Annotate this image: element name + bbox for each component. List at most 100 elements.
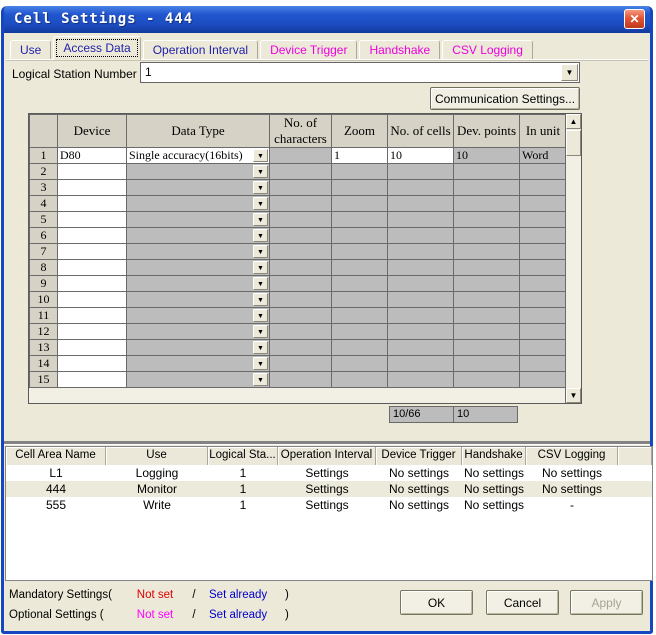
row-number-cell[interactable]: 9 <box>30 276 58 292</box>
tab-operation-interval[interactable]: Operation Interval <box>143 40 258 60</box>
row-number-cell[interactable]: 14 <box>30 356 58 372</box>
data-type-dropdown-button[interactable]: ▼ <box>253 197 268 210</box>
combo-dropdown-button[interactable]: ▼ <box>561 64 578 81</box>
data-type-dropdown-button[interactable]: ▼ <box>253 261 268 274</box>
no-of-cells-cell[interactable] <box>388 292 454 308</box>
data-type-dropdown-button[interactable]: ▼ <box>253 373 268 386</box>
row-number-cell[interactable]: 4 <box>30 196 58 212</box>
data-type-dropdown-button[interactable]: ▼ <box>253 165 268 178</box>
data-type-cell[interactable]: ▼ <box>127 340 270 356</box>
zoom-cell[interactable] <box>332 356 388 372</box>
no-of-cells-cell[interactable]: 10 <box>388 148 454 164</box>
zoom-cell[interactable] <box>332 372 388 388</box>
data-type-dropdown-button[interactable]: ▼ <box>253 213 268 226</box>
row-number-cell[interactable]: 6 <box>30 228 58 244</box>
data-type-dropdown-button[interactable]: ▼ <box>253 229 268 242</box>
zoom-cell[interactable]: 1 <box>332 148 388 164</box>
no-of-cells-cell[interactable] <box>388 228 454 244</box>
device-cell[interactable] <box>58 228 127 244</box>
data-type-cell[interactable]: ▼ <box>127 372 270 388</box>
row-number-cell[interactable]: 2 <box>30 164 58 180</box>
device-cell[interactable] <box>58 164 127 180</box>
device-cell[interactable] <box>58 324 127 340</box>
data-type-dropdown-button[interactable]: ▼ <box>253 293 268 306</box>
list-column-header[interactable]: Logical Sta... <box>208 447 278 465</box>
list-row[interactable]: 444Monitor1SettingsNo settingsNo setting… <box>6 481 652 497</box>
list-column-header[interactable]: Cell Area Name <box>6 447 106 465</box>
no-of-cells-cell[interactable] <box>388 260 454 276</box>
row-number-cell[interactable]: 7 <box>30 244 58 260</box>
no-of-cells-cell[interactable] <box>388 372 454 388</box>
no-of-cells-cell[interactable] <box>388 276 454 292</box>
zoom-cell[interactable] <box>332 244 388 260</box>
row-number-cell[interactable]: 1 <box>30 148 58 164</box>
data-type-cell[interactable]: ▼ <box>127 212 270 228</box>
tab-device-trigger[interactable]: Device Trigger <box>260 40 357 60</box>
row-number-cell[interactable]: 15 <box>30 372 58 388</box>
zoom-cell[interactable] <box>332 324 388 340</box>
data-type-dropdown-button[interactable]: ▼ <box>253 181 268 194</box>
data-type-dropdown-button[interactable]: ▼ <box>253 309 268 322</box>
ok-button[interactable]: OK <box>400 590 473 615</box>
data-type-cell[interactable]: ▼ <box>127 180 270 196</box>
zoom-cell[interactable] <box>332 292 388 308</box>
device-cell[interactable] <box>58 308 127 324</box>
no-of-cells-cell[interactable] <box>388 196 454 212</box>
zoom-cell[interactable] <box>332 164 388 180</box>
data-type-dropdown-button[interactable]: ▼ <box>253 277 268 290</box>
row-number-cell[interactable]: 13 <box>30 340 58 356</box>
data-type-cell[interactable]: ▼ <box>127 308 270 324</box>
device-cell[interactable] <box>58 196 127 212</box>
zoom-cell[interactable] <box>332 180 388 196</box>
device-cell[interactable] <box>58 340 127 356</box>
row-number-cell[interactable]: 11 <box>30 308 58 324</box>
list-column-header[interactable]: Use <box>106 447 208 465</box>
tab-access-data[interactable]: Access Data <box>53 36 140 60</box>
no-of-cells-cell[interactable] <box>388 180 454 196</box>
scroll-down-button[interactable]: ▼ <box>566 388 581 403</box>
scroll-up-button[interactable]: ▲ <box>566 114 581 129</box>
grid-scrollbar[interactable]: ▲ ▼ <box>565 114 581 403</box>
device-cell[interactable] <box>58 276 127 292</box>
list-column-header[interactable]: Device Trigger <box>376 447 462 465</box>
list-row[interactable]: L1Logging1SettingsNo settingsNo settings… <box>6 465 652 481</box>
data-type-dropdown-button[interactable]: ▼ <box>253 245 268 258</box>
data-type-cell[interactable]: ▼ <box>127 196 270 212</box>
no-of-cells-cell[interactable] <box>388 212 454 228</box>
list-column-header[interactable]: CSV Logging <box>526 447 618 465</box>
zoom-cell[interactable] <box>332 228 388 244</box>
device-cell[interactable] <box>58 260 127 276</box>
device-cell[interactable] <box>58 292 127 308</box>
no-of-cells-cell[interactable] <box>388 356 454 372</box>
data-type-dropdown-button[interactable]: ▼ <box>253 357 268 370</box>
row-number-cell[interactable]: 10 <box>30 292 58 308</box>
scroll-thumb[interactable] <box>566 130 581 156</box>
list-row[interactable]: 555Write1SettingsNo settingsNo settings- <box>6 497 652 513</box>
data-type-cell[interactable]: ▼ <box>127 164 270 180</box>
no-of-cells-cell[interactable] <box>388 308 454 324</box>
data-type-cell[interactable]: ▼ <box>127 276 270 292</box>
row-number-cell[interactable]: 8 <box>30 260 58 276</box>
data-type-dropdown-button[interactable]: ▼ <box>253 341 268 354</box>
data-type-cell[interactable]: ▼ <box>127 244 270 260</box>
device-cell[interactable] <box>58 372 127 388</box>
zoom-cell[interactable] <box>332 212 388 228</box>
device-cell[interactable] <box>58 356 127 372</box>
no-of-cells-cell[interactable] <box>388 340 454 356</box>
titlebar[interactable]: Cell Settings - 444 ✕ <box>4 6 650 33</box>
device-cell[interactable] <box>58 180 127 196</box>
data-type-cell[interactable]: ▼ <box>127 356 270 372</box>
data-type-cell[interactable]: ▼ <box>127 228 270 244</box>
tab-handshake[interactable]: Handshake <box>359 40 440 60</box>
zoom-cell[interactable] <box>332 340 388 356</box>
data-type-dropdown-button[interactable]: ▼ <box>253 149 268 162</box>
zoom-cell[interactable] <box>332 276 388 292</box>
tab-csv-logging[interactable]: CSV Logging <box>442 40 533 60</box>
no-of-cells-cell[interactable] <box>388 324 454 340</box>
device-cell[interactable] <box>58 212 127 228</box>
device-cell[interactable] <box>58 244 127 260</box>
list-column-header[interactable]: Operation Interval <box>278 447 376 465</box>
zoom-cell[interactable] <box>332 260 388 276</box>
row-number-cell[interactable]: 3 <box>30 180 58 196</box>
zoom-cell[interactable] <box>332 308 388 324</box>
